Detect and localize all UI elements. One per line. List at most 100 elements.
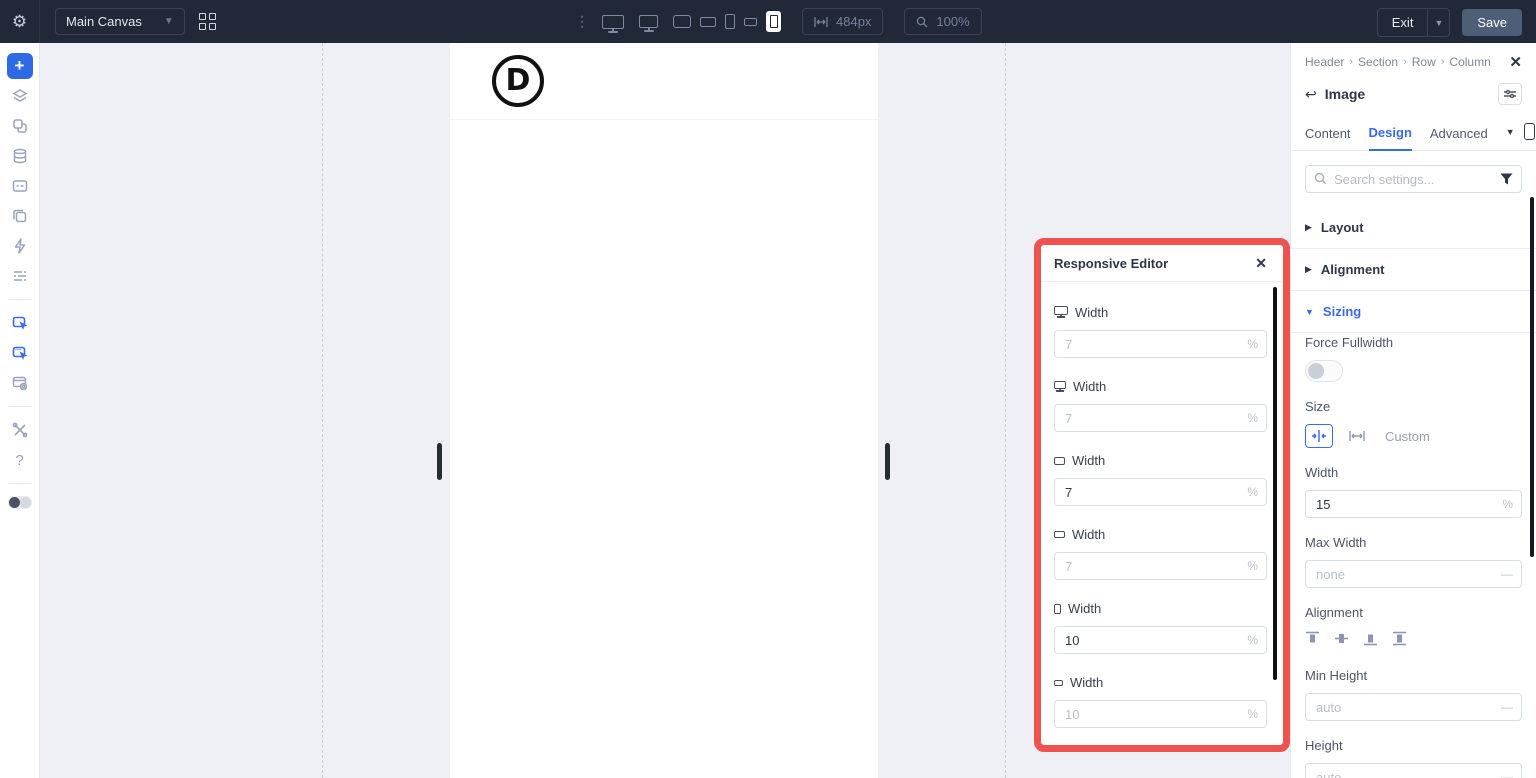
canvas-select-dropdown[interactable]: Main Canvas ▼ <box>55 8 185 35</box>
add-module-button[interactable]: + <box>6 53 33 79</box>
responsive-width-row: Width % <box>1054 527 1267 580</box>
panel-close-icon[interactable]: ✕ <box>1509 53 1522 71</box>
breadcrumb-section[interactable]: Section <box>1358 55 1398 69</box>
exit-options-chevron[interactable]: ▼ <box>1427 9 1449 36</box>
unit-label: % <box>1247 707 1258 721</box>
unit-dash-icon: — <box>1501 770 1513 778</box>
align-stretch-icon[interactable] <box>1392 631 1407 651</box>
window-settings-icon[interactable] <box>7 370 33 396</box>
section-alignment[interactable]: ▶ Alignment <box>1291 248 1536 290</box>
width-input-phone-landscape[interactable] <box>1054 700 1267 728</box>
resize-handle-left[interactable] <box>437 443 442 480</box>
site-logo[interactable]: D <box>492 55 544 107</box>
filter-funnel-icon[interactable] <box>1500 172 1513 190</box>
back-arrow-icon[interactable]: ↩ <box>1305 86 1317 103</box>
top-toolbar: ⚙ Main Canvas ▼ ⋮ 484px 100% Exit ▼ Save <box>0 0 1536 43</box>
drag-handle-icon[interactable]: ⋮ <box>575 13 589 30</box>
preview-width-value: 484px <box>836 14 872 29</box>
width-label: Width <box>1068 601 1102 616</box>
height-input[interactable] <box>1305 763 1522 778</box>
size-custom-label[interactable]: Custom <box>1385 429 1430 444</box>
breadcrumb-header[interactable]: Header <box>1305 55 1344 69</box>
layers-icon[interactable] <box>7 83 33 109</box>
responsive-width-row: Width % <box>1054 601 1267 654</box>
bolt-icon[interactable] <box>7 233 33 259</box>
width-arrows-icon <box>814 16 828 27</box>
width-label: Width <box>1072 453 1106 468</box>
device-laptop-icon[interactable] <box>673 15 691 28</box>
breadcrumb-column[interactable]: Column <box>1449 55 1490 69</box>
design-presets-icon[interactable] <box>7 113 33 139</box>
size-fill-button[interactable] <box>1343 424 1371 448</box>
width-label: Width <box>1067 749 1100 752</box>
settings-search <box>1305 165 1522 193</box>
align-middle-icon[interactable] <box>1334 631 1349 651</box>
left-sidebar: + ? <box>0 43 40 778</box>
device-tablet-portrait-icon[interactable] <box>725 14 735 29</box>
min-height-input[interactable] <box>1305 693 1522 721</box>
size-fit-button[interactable] <box>1305 424 1333 448</box>
device-desktop-icon[interactable] <box>639 15 658 28</box>
canvas-guide-line <box>1005 43 1006 778</box>
interaction-click-icon[interactable] <box>7 310 33 336</box>
unit-label: % <box>1247 337 1258 351</box>
align-top-icon[interactable] <box>1305 631 1320 651</box>
width-input-desktop[interactable] <box>1054 404 1267 432</box>
width-input-laptop[interactable] <box>1054 478 1267 506</box>
save-button[interactable]: Save <box>1462 9 1522 36</box>
layout-grid-icon[interactable] <box>198 13 216 30</box>
min-height-label: Min Height <box>1305 668 1368 683</box>
exit-button[interactable]: Exit <box>1378 9 1428 36</box>
modal-close-icon[interactable]: ✕ <box>1255 255 1267 272</box>
unit-label: % <box>1247 633 1258 647</box>
tab-design[interactable]: Design <box>1368 119 1412 151</box>
database-icon[interactable] <box>7 143 33 169</box>
settings-gear-cell[interactable]: ⚙ <box>0 0 40 43</box>
width-label: Width <box>1072 527 1106 542</box>
help-icon[interactable]: ? <box>7 447 33 473</box>
device-phone-landscape-icon[interactable] <box>744 17 757 26</box>
device-tablet-landscape-icon[interactable] <box>700 16 716 27</box>
device-tablet-portrait-icon <box>1054 603 1061 614</box>
chevron-right-icon: ▶ <box>1305 222 1312 232</box>
theme-toggle[interactable] <box>7 496 32 509</box>
tab-advanced[interactable]: Advanced <box>1430 120 1488 150</box>
device-desktop-xl-icon[interactable] <box>602 14 624 29</box>
modal-scrollbar[interactable] <box>1273 287 1277 680</box>
width-input-tablet-portrait[interactable] <box>1054 626 1267 654</box>
device-phone-portrait-icon-active[interactable] <box>766 11 781 32</box>
max-width-input[interactable] <box>1305 560 1522 588</box>
form-card-icon[interactable] <box>7 173 33 199</box>
search-icon <box>1314 172 1327 190</box>
canvas-guide-line <box>322 43 323 778</box>
interaction-multi-icon[interactable] <box>7 340 33 366</box>
width-input-tablet-landscape[interactable] <box>1054 552 1267 580</box>
force-fullwidth-toggle[interactable] <box>1305 360 1343 382</box>
zoom-input[interactable]: 100% <box>904 8 982 35</box>
responsive-phone-icon[interactable] <box>1523 123 1535 140</box>
tab-content[interactable]: Content <box>1305 120 1351 150</box>
breadcrumb-row[interactable]: Row <box>1412 55 1436 69</box>
align-bottom-icon[interactable] <box>1363 631 1378 651</box>
canvas-select-value: Main Canvas <box>66 14 142 29</box>
sliders-icon[interactable] <box>1498 83 1522 105</box>
preview-page[interactable]: D <box>450 43 878 778</box>
preview-width-input[interactable]: 484px <box>802 8 884 35</box>
search-settings-input[interactable] <box>1305 165 1522 193</box>
resize-handle-right[interactable] <box>885 443 890 480</box>
section-layout[interactable]: ▶ Layout <box>1291 207 1536 248</box>
pages-copy-icon[interactable] <box>7 203 33 229</box>
section-sizing[interactable]: ▼ Sizing <box>1291 290 1536 332</box>
responsive-width-row: Width % <box>1054 453 1267 506</box>
tools-icon[interactable] <box>7 417 33 443</box>
width-input-desktop-xl[interactable] <box>1054 330 1267 358</box>
chevron-right-icon: ▶ <box>1305 264 1312 274</box>
unit-dash-icon: — <box>1501 700 1513 714</box>
wireframe-list-icon[interactable] <box>7 263 33 289</box>
page-header-section[interactable]: D <box>450 43 878 120</box>
tabs-more-chevron-icon[interactable]: ▼ <box>1506 127 1515 137</box>
width-input[interactable] <box>1305 490 1522 518</box>
panel-scrollbar[interactable] <box>1530 197 1534 557</box>
sidebar-divider <box>8 406 31 407</box>
device-desktop-icon <box>1054 380 1066 389</box>
